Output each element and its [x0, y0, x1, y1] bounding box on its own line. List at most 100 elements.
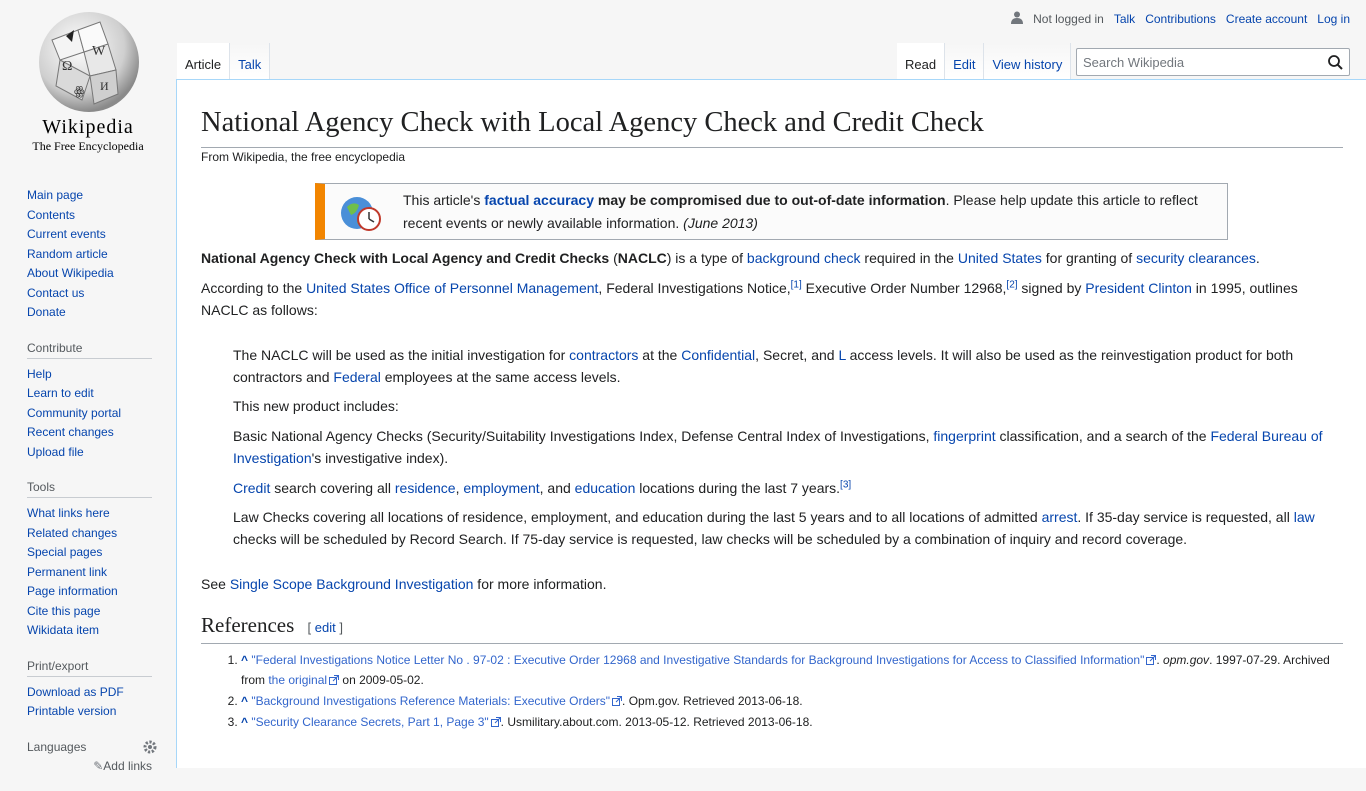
text: .	[1255, 250, 1260, 266]
sidebar-item-related-changes[interactable]: Related changes	[27, 524, 152, 544]
talk-link[interactable]: Talk	[1114, 12, 1135, 26]
ssbi-link[interactable]: Single Scope Background Investigation	[230, 576, 474, 592]
sidebar: Main page Contents Current events Random…	[27, 186, 157, 791]
wikipedia-logo[interactable]: Ω W ꙮ И Wikipedia The Free Encyclopedia	[0, 0, 176, 160]
sidebar-item-donate[interactable]: Donate	[27, 303, 152, 323]
sidebar-item-label: Permanent link	[27, 564, 108, 579]
sidebar-print-export: Print/export Download as PDF Printable v…	[27, 659, 152, 722]
add-links[interactable]: ✎Add links	[27, 759, 152, 773]
fingerprint-link[interactable]: fingerprint	[933, 428, 995, 444]
sidebar-item-main-page[interactable]: Main page	[27, 186, 152, 206]
sidebar-item-label: Community portal	[27, 405, 122, 420]
text: at the	[638, 347, 682, 363]
sidebar-item-label: Donate	[27, 305, 66, 319]
opm-link[interactable]: United States Office of Personnel Manage…	[306, 280, 598, 296]
svg-text:W: W	[92, 44, 106, 59]
backlink-caret[interactable]: ^	[241, 694, 248, 708]
tab-talk[interactable]: Talk	[230, 43, 271, 79]
page-title: National Agency Check with Local Agency …	[201, 104, 1343, 149]
security-clearances-link[interactable]: security clearances	[1136, 250, 1256, 266]
reference-1-link[interactable]: [1]	[791, 279, 802, 290]
sidebar-item-recent-changes[interactable]: Recent changes	[27, 423, 152, 443]
external-link[interactable]: "Federal Investigations Notice Letter No…	[251, 653, 1144, 667]
external-link-icon	[1146, 651, 1157, 665]
sidebar-item-download-pdf[interactable]: Download as PDF	[27, 683, 152, 703]
contractors-link[interactable]: contractors	[569, 347, 638, 363]
sidebar-heading-languages: Languages	[27, 739, 87, 754]
sidebar-item-wikidata-item[interactable]: Wikidata item	[27, 621, 152, 641]
sidebar-item-label: Upload file	[27, 444, 84, 459]
login-link[interactable]: Log in	[1317, 12, 1350, 26]
sidebar-item-community-portal[interactable]: Community portal	[27, 404, 152, 424]
text: required in the	[860, 250, 958, 266]
tab-view-history[interactable]: View history	[984, 43, 1072, 79]
quote-paragraph-1: The NACLC will be used as the initial in…	[233, 344, 1323, 388]
credit-link[interactable]: Credit	[233, 480, 270, 496]
sidebar-item-printable-version[interactable]: Printable version	[27, 702, 152, 722]
education-link[interactable]: education	[575, 480, 636, 496]
tab-edit[interactable]: Edit	[945, 43, 985, 79]
background-check-link[interactable]: background check	[747, 250, 861, 266]
paragraph-2: According to the United States Office of…	[201, 277, 1331, 321]
reference-3-link[interactable]: [3]	[840, 479, 851, 490]
sidebar-item-what-links-here[interactable]: What links here	[27, 504, 152, 524]
text: Basic National Agency Checks (Security/S…	[233, 428, 934, 444]
external-link[interactable]: "Security Clearance Secrets, Part 1, Pag…	[251, 715, 488, 729]
backlink-caret[interactable]: ^	[241, 653, 248, 667]
archive-link[interactable]: the original	[268, 673, 327, 687]
l-clearance-link[interactable]: L	[838, 347, 845, 363]
sidebar-item-label: Page information	[27, 584, 118, 598]
references-heading-text: References	[201, 613, 295, 637]
confidential-link[interactable]: Confidential	[681, 347, 755, 363]
sidebar-item-label: Printable version	[27, 704, 117, 718]
namespace-tabs: Article Talk	[177, 43, 271, 79]
backlink-caret[interactable]: ^	[241, 715, 248, 729]
reference-2-link[interactable]: [2]	[1006, 279, 1017, 290]
sidebar-heading-contribute: Contribute	[27, 341, 152, 359]
external-link[interactable]: "Background Investigations Reference Mat…	[251, 694, 610, 708]
text: for granting of	[1041, 250, 1137, 266]
search-icon[interactable]	[1321, 49, 1349, 75]
gear-icon[interactable]	[143, 740, 157, 757]
federal-link[interactable]: Federal	[333, 369, 380, 385]
sidebar-item-special-pages[interactable]: Special pages	[27, 543, 152, 563]
sidebar-item-permanent-link[interactable]: Permanent link	[27, 563, 152, 583]
sidebar-item-help[interactable]: Help	[27, 365, 152, 385]
sidebar-item-about[interactable]: About Wikipedia	[27, 264, 152, 284]
employment-link[interactable]: employment	[463, 480, 539, 496]
sidebar-item-contact[interactable]: Contact us	[27, 284, 152, 304]
search-input[interactable]	[1077, 54, 1321, 70]
tab-read[interactable]: Read	[897, 43, 946, 79]
sidebar-item-current-events[interactable]: Current events	[27, 225, 152, 245]
president-clinton-link[interactable]: President Clinton	[1085, 280, 1192, 296]
edit-section-link[interactable]: edit	[315, 620, 336, 635]
tab-article[interactable]: Article	[177, 43, 231, 79]
residence-link[interactable]: residence	[395, 480, 456, 496]
wikipedia-globe-icon: Ω W ꙮ И Wikipedia The Free Encyclopedia	[32, 12, 144, 153]
sidebar-item-label: Related changes	[27, 525, 118, 540]
sidebar-item-label: What links here	[27, 506, 110, 520]
sidebar-item-label: Cite this page	[27, 603, 101, 618]
sidebar-item-contents[interactable]: Contents	[27, 206, 152, 226]
law-link[interactable]: law	[1294, 509, 1315, 525]
text: checks will be scheduled by Record Searc…	[233, 531, 1188, 547]
sidebar-item-cite-this-page[interactable]: Cite this page	[27, 602, 152, 622]
not-logged-in-label: Not logged in	[1033, 12, 1104, 26]
search-box	[1076, 48, 1350, 76]
quote-paragraph-5: Law Checks covering all locations of res…	[233, 506, 1323, 550]
united-states-link[interactable]: United States	[958, 250, 1042, 266]
contributions-link[interactable]: Contributions	[1145, 12, 1216, 26]
text: Executive Order Number 12968,	[801, 280, 1007, 296]
user-icon	[1011, 11, 1024, 27]
sidebar-item-learn-to-edit[interactable]: Learn to edit	[27, 384, 152, 404]
create-account-link[interactable]: Create account	[1226, 12, 1307, 26]
sidebar-item-random-article[interactable]: Random article	[27, 245, 152, 265]
arrest-link[interactable]: arrest	[1042, 509, 1078, 525]
sidebar-item-page-information[interactable]: Page information	[27, 582, 152, 602]
sidebar-heading-tools: Tools	[27, 480, 152, 498]
bold-term: NACLC	[617, 250, 667, 266]
factual-accuracy-link[interactable]: factual accuracy	[484, 192, 594, 208]
tab-talk-label: Talk	[238, 57, 262, 72]
text: for more information.	[473, 576, 607, 592]
sidebar-item-upload-file[interactable]: Upload file	[27, 443, 152, 463]
